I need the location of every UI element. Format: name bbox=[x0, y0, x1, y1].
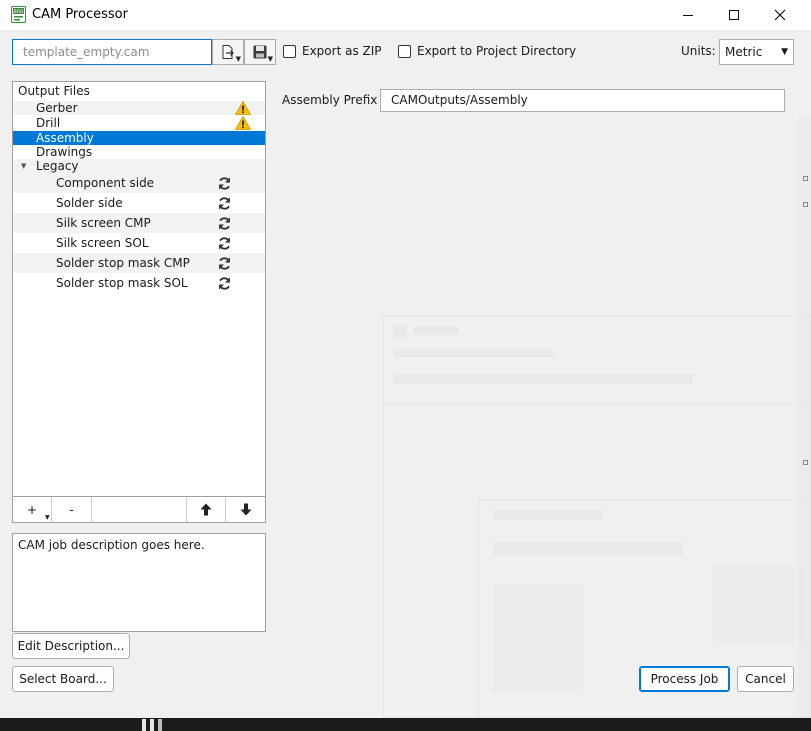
refresh-icon bbox=[218, 217, 231, 230]
tree-child-silk-screen-sol[interactable]: Silk screen SOL bbox=[13, 233, 265, 253]
tree-item-label: Assembly bbox=[36, 131, 94, 145]
maximize-button[interactable] bbox=[711, 0, 757, 30]
tree-item-label: Gerber bbox=[36, 101, 78, 115]
minimize-button[interactable] bbox=[665, 0, 711, 30]
taskbar-strip bbox=[0, 718, 811, 731]
maximize-icon bbox=[729, 10, 739, 20]
tree-item-drill[interactable]: Drill bbox=[13, 116, 265, 130]
export-zip-checkbox[interactable] bbox=[283, 45, 296, 58]
units-label: Units: bbox=[681, 44, 716, 58]
tree-child-label: Component side bbox=[56, 176, 155, 190]
add-menu-arrow-icon: ▼ bbox=[45, 514, 50, 521]
tree-item-drawings[interactable]: Drawings bbox=[13, 145, 265, 159]
save-menu-arrow-icon: ▼ bbox=[267, 55, 273, 63]
tree-child-component-side[interactable]: Component side bbox=[13, 173, 265, 193]
remove-label: - bbox=[69, 502, 74, 517]
edit-description-button[interactable]: Edit Description... bbox=[12, 633, 130, 659]
cancel-button[interactable]: Cancel bbox=[737, 666, 794, 692]
move-down-button[interactable] bbox=[226, 497, 265, 522]
tree-child-label: Solder side bbox=[56, 196, 123, 210]
tree-item-assembly[interactable]: Assembly bbox=[13, 131, 265, 145]
export-project-label[interactable]: Export to Project Directory bbox=[417, 44, 576, 58]
tree-child-solder-side[interactable]: Solder side bbox=[13, 193, 265, 213]
arrow-down-icon bbox=[240, 503, 251, 516]
refresh-icon bbox=[218, 237, 231, 250]
export-project-checkbox[interactable] bbox=[398, 45, 411, 58]
edge-marker bbox=[803, 176, 808, 181]
close-button[interactable] bbox=[757, 0, 803, 30]
window-title: CAM Processor bbox=[32, 7, 128, 22]
tree-child-solder-stop-mask-cmp[interactable]: Solder stop mask CMP bbox=[13, 253, 265, 273]
strip-block bbox=[150, 719, 154, 731]
add-label: + bbox=[26, 502, 38, 517]
tree-child-label: Solder stop mask SOL bbox=[56, 276, 188, 290]
export-zip-label[interactable]: Export as ZIP bbox=[302, 44, 382, 58]
job-description-text: CAM job description goes here. bbox=[12, 533, 266, 632]
expand-arrow-icon[interactable]: ▼ bbox=[21, 159, 26, 173]
close-icon bbox=[774, 9, 786, 21]
chevron-down-icon: ▼ bbox=[781, 47, 788, 57]
output-list-toolbar: + ▼ - bbox=[12, 497, 266, 523]
assembly-prefix-label: Assembly Prefix bbox=[282, 93, 378, 107]
edge-marker bbox=[803, 202, 808, 207]
tree-item-label: Legacy bbox=[36, 159, 79, 173]
process-job-button[interactable]: Process Job bbox=[639, 666, 730, 692]
eagle-app-icon: BRD bbox=[11, 6, 26, 23]
tree-item-gerber[interactable]: Gerber bbox=[13, 101, 265, 115]
add-output-button[interactable]: + ▼ bbox=[13, 497, 52, 522]
move-up-button[interactable] bbox=[186, 497, 226, 522]
svg-text:BRD: BRD bbox=[14, 9, 24, 15]
open-menu-arrow-icon: ▼ bbox=[235, 55, 241, 63]
refresh-icon bbox=[218, 277, 231, 290]
tree-child-label: Solder stop mask CMP bbox=[56, 256, 190, 270]
output-files-tree[interactable]: Output Files Gerber Drill Assembly Drawi… bbox=[12, 81, 266, 497]
strip-block bbox=[158, 719, 162, 731]
tree-item-legacy[interactable]: ▼ Legacy bbox=[13, 159, 265, 173]
refresh-icon bbox=[218, 197, 231, 210]
tree-child-silk-screen-cmp[interactable]: Silk screen CMP bbox=[13, 213, 265, 233]
edge-marker bbox=[803, 460, 808, 465]
open-file-icon bbox=[222, 45, 234, 59]
tree-child-label: Silk screen CMP bbox=[56, 216, 151, 230]
assembly-prefix-field[interactable]: CAMOutputs/Assembly bbox=[380, 89, 785, 112]
cam-file-name-field[interactable]: template_empty.cam bbox=[12, 39, 212, 65]
select-board-button[interactable]: Select Board... bbox=[12, 666, 114, 692]
tree-child-label: Silk screen SOL bbox=[56, 236, 149, 250]
background-ghost-window bbox=[383, 316, 811, 718]
minimize-icon bbox=[683, 15, 693, 16]
save-disk-icon bbox=[253, 45, 267, 59]
arrow-up-icon bbox=[200, 503, 212, 516]
refresh-icon bbox=[218, 257, 231, 270]
tree-item-label: Drill bbox=[36, 116, 61, 130]
units-value: Metric bbox=[725, 45, 763, 59]
open-file-button[interactable]: ▼ bbox=[212, 39, 244, 65]
cam-processor-window: BRD CAM Processor template_empty.cam ▼ ▼ bbox=[0, 0, 811, 718]
warning-icon bbox=[235, 101, 251, 115]
warning-icon bbox=[235, 116, 251, 130]
remove-output-button[interactable]: - bbox=[52, 497, 92, 522]
units-dropdown[interactable]: Metric ▼ bbox=[719, 39, 794, 65]
refresh-icon bbox=[218, 177, 231, 190]
right-edge-shadow bbox=[799, 118, 811, 718]
strip-block bbox=[142, 719, 146, 731]
title-bar: BRD CAM Processor bbox=[0, 0, 811, 30]
tree-item-label: Drawings bbox=[36, 145, 93, 159]
save-file-button[interactable]: ▼ bbox=[244, 39, 276, 65]
tree-child-solder-stop-mask-sol[interactable]: Solder stop mask SOL bbox=[13, 273, 265, 293]
tree-header: Output Files bbox=[18, 84, 90, 98]
